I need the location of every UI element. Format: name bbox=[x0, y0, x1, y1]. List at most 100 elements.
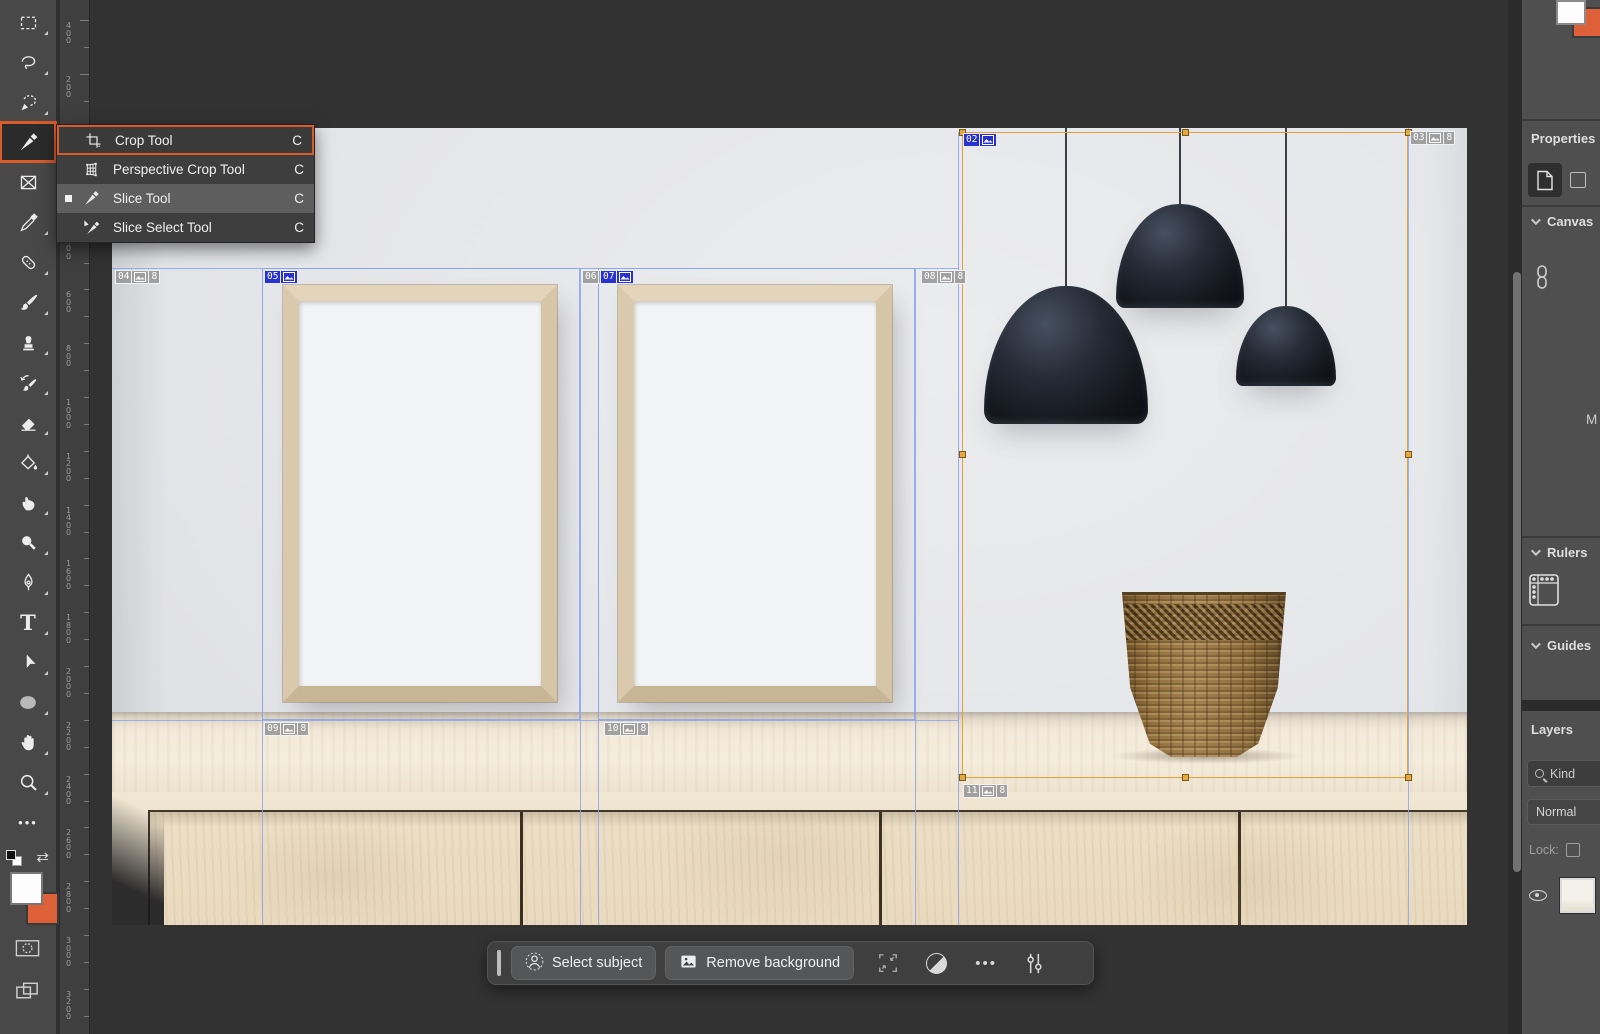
panel-scrollbar[interactable] bbox=[1513, 272, 1521, 872]
right-panel-column: Properties Canvas M Rulers bbox=[1522, 0, 1600, 1034]
slice-number: 04 bbox=[115, 270, 132, 284]
slice-badge-10: 108 bbox=[604, 722, 649, 736]
user-slice-07-bounds bbox=[598, 268, 915, 720]
paint-bucket-tool[interactable] bbox=[0, 442, 56, 482]
type-tool[interactable]: T bbox=[0, 602, 56, 642]
blend-mode-dropdown[interactable]: Normal bbox=[1527, 799, 1600, 825]
adjustments-button[interactable] bbox=[919, 946, 953, 980]
ruler-label: 400 bbox=[66, 22, 75, 45]
photoshop-workspace: 020380480506807088098108118 bbox=[0, 0, 1600, 1034]
slice-badge-03: 03 8 bbox=[1410, 131, 1455, 145]
ruler-label: 3200 bbox=[66, 991, 75, 1021]
selected-slice-bounds[interactable] bbox=[962, 132, 1408, 778]
slice-select-icon bbox=[83, 219, 113, 236]
more-options-button[interactable]: ••• bbox=[969, 946, 1003, 980]
layer-thumbnail[interactable] bbox=[1560, 878, 1595, 913]
lock-controls: Lock: bbox=[1529, 843, 1580, 857]
ruler-label: 800 bbox=[66, 345, 75, 368]
brush-tool[interactable] bbox=[0, 282, 56, 322]
remove-background-button[interactable]: Remove background bbox=[665, 946, 854, 980]
ruler-label: 1600 bbox=[66, 560, 75, 590]
eyedropper-tool[interactable] bbox=[0, 202, 56, 242]
slice-number: 02 bbox=[963, 133, 980, 147]
taskbar-drag-handle[interactable] bbox=[497, 950, 501, 976]
slice-number: 07 bbox=[600, 270, 617, 284]
slice-link-icon: 8 bbox=[1444, 131, 1455, 145]
slice-link-icon: 8 bbox=[955, 270, 966, 284]
slice-image-icon bbox=[281, 270, 298, 284]
slice-link-icon: 8 bbox=[997, 784, 1008, 798]
slice-link-icon: 8 bbox=[149, 270, 160, 284]
slice-number: 05 bbox=[264, 270, 281, 284]
slice-link-icon: 8 bbox=[638, 722, 649, 736]
frame-tool[interactable] bbox=[0, 162, 56, 202]
panel-foreground-swatch[interactable] bbox=[1556, 0, 1586, 25]
path-selection-tool[interactable] bbox=[0, 642, 56, 682]
menu-item-label: Slice Select Tool bbox=[113, 220, 288, 235]
document-properties-button[interactable] bbox=[1528, 163, 1562, 197]
smudge-tool[interactable] bbox=[0, 482, 56, 522]
slice-badge-08: 088 bbox=[921, 270, 966, 284]
current-tool-marker bbox=[65, 195, 72, 202]
link-dimensions-icon[interactable] bbox=[1534, 264, 1550, 295]
quick-mask-button[interactable] bbox=[14, 936, 41, 965]
slice-number: 03 bbox=[1410, 131, 1427, 145]
slice-badge-04: 04 8 bbox=[115, 270, 160, 284]
eraser-tool[interactable] bbox=[0, 402, 56, 442]
secondary-properties-button[interactable] bbox=[1570, 172, 1586, 188]
menu-item-slice-tool[interactable]: Slice Tool C bbox=[57, 184, 314, 213]
slice-number: 11 bbox=[963, 784, 980, 798]
object-selection-tool[interactable] bbox=[0, 82, 56, 122]
layer-visibility-eye-icon[interactable] bbox=[1529, 890, 1547, 901]
menu-item-slice-select-tool[interactable]: Slice Select Tool C bbox=[57, 213, 314, 242]
contrast-icon bbox=[926, 953, 947, 974]
clone-stamp-tool[interactable] bbox=[0, 322, 56, 362]
chevron-down-icon bbox=[1531, 546, 1541, 556]
layer-row[interactable] bbox=[1529, 878, 1595, 913]
canvas-section-header[interactable]: Canvas bbox=[1531, 214, 1593, 229]
ruler-label: 2000 bbox=[66, 668, 75, 698]
ruler-label: 2400 bbox=[66, 776, 75, 806]
screen-mode-button[interactable] bbox=[14, 978, 41, 1009]
select-subject-button[interactable]: Select subject bbox=[511, 946, 656, 980]
slice-badge-09: 098 bbox=[264, 722, 309, 736]
zoom-tool[interactable] bbox=[0, 762, 56, 802]
slice-image-icon bbox=[281, 722, 298, 736]
menu-item-perspective-crop-tool[interactable]: Perspective Crop Tool C bbox=[57, 155, 314, 184]
rulers-grid-icon[interactable] bbox=[1528, 573, 1560, 612]
lasso-tool[interactable] bbox=[0, 42, 56, 82]
default-colors-icon bbox=[6, 850, 22, 866]
tools-panel: T ••• ⇄ bbox=[0, 0, 56, 1034]
menu-item-crop-tool[interactable]: Crop Tool C bbox=[57, 125, 314, 155]
layer-filter-search[interactable]: Kind bbox=[1527, 760, 1600, 787]
transform-button[interactable] bbox=[871, 946, 905, 980]
default-swap-colors[interactable]: ⇄ bbox=[0, 846, 56, 870]
layer-filter-value: Kind bbox=[1550, 767, 1575, 781]
marquee-tool[interactable] bbox=[0, 2, 56, 42]
foreground-color-swatch[interactable] bbox=[10, 872, 43, 905]
history-brush-tool[interactable] bbox=[0, 362, 56, 402]
shape-tool[interactable] bbox=[0, 682, 56, 722]
slice-icon bbox=[83, 190, 113, 207]
healing-brush-tool[interactable] bbox=[0, 242, 56, 282]
ruler-label: 200 bbox=[66, 76, 75, 99]
tool-flyout-menu: Crop Tool C Perspective Crop Tool C Slic… bbox=[56, 124, 315, 243]
lock-transparency-toggle[interactable] bbox=[1566, 843, 1580, 857]
ruler-label: 2600 bbox=[66, 829, 75, 859]
taskbar-properties-button[interactable] bbox=[1017, 946, 1051, 980]
slice-tool[interactable] bbox=[0, 122, 56, 162]
slice-image-icon bbox=[1427, 131, 1444, 145]
foreground-background-swatches bbox=[8, 872, 56, 932]
dodge-tool[interactable] bbox=[0, 522, 56, 562]
rulers-section-header[interactable]: Rulers bbox=[1531, 545, 1587, 560]
hand-tool[interactable] bbox=[0, 722, 56, 762]
guides-section-header[interactable]: Guides bbox=[1531, 638, 1591, 653]
slice-image-icon bbox=[132, 270, 149, 284]
edit-toolbar-button[interactable]: ••• bbox=[0, 802, 56, 842]
slice-number: 09 bbox=[264, 722, 281, 736]
blend-mode-value: Normal bbox=[1536, 805, 1576, 819]
chevron-down-icon bbox=[1531, 639, 1541, 649]
slice-badge-11: 11 8 bbox=[963, 784, 1008, 798]
pen-tool[interactable] bbox=[0, 562, 56, 602]
shadow bbox=[112, 748, 164, 925]
